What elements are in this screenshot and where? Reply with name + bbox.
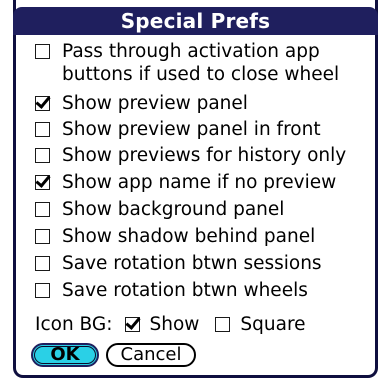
option-shadow-behind-panel[interactable]: Show shadow behind panel [35, 225, 315, 248]
option-save-rotation-sessions[interactable]: Save rotation btwn sessions [35, 252, 322, 275]
checkbox-previews-history-only[interactable] [35, 148, 50, 163]
option-pass-through-label: Pass through activation app buttons if u… [62, 40, 339, 86]
icon-bg-square-label[interactable]: Square [240, 313, 305, 336]
icon-bg-show-label[interactable]: Show [150, 313, 200, 336]
option-app-name-no-preview-label: Show app name if no preview [62, 172, 337, 193]
option-previews-history-only-label: Show previews for history only [62, 145, 347, 166]
option-show-preview-panel[interactable]: Show preview panel [35, 92, 248, 115]
dialog-title: Special Prefs [13, 7, 378, 35]
checkbox-show-preview-panel[interactable] [35, 96, 50, 111]
option-save-rotation-sessions-label: Save rotation btwn sessions [62, 253, 322, 274]
checkbox-pass-through[interactable] [35, 44, 50, 59]
option-background-panel-label: Show background panel [62, 199, 285, 220]
option-shadow-behind-panel-label: Show shadow behind panel [62, 226, 316, 247]
option-app-name-no-preview[interactable]: Show app name if no preview [35, 171, 336, 194]
checkbox-background-panel[interactable] [35, 202, 50, 217]
option-previews-history-only[interactable]: Show previews for history only [35, 144, 346, 167]
cancel-button[interactable]: Cancel [106, 343, 196, 367]
checkbox-save-rotation-wheels[interactable] [35, 283, 50, 298]
option-save-rotation-wheels-label: Save rotation btwn wheels [62, 280, 308, 301]
cancel-button-label: Cancel [120, 344, 182, 365]
ok-button-label: OK [50, 344, 80, 365]
option-pass-through[interactable]: Pass through activation app buttons if u… [35, 40, 339, 86]
option-save-rotation-wheels[interactable]: Save rotation btwn wheels [35, 279, 308, 302]
icon-bg-label: Icon BG: [35, 314, 113, 335]
option-background-panel[interactable]: Show background panel [35, 198, 284, 221]
checkbox-preview-in-front[interactable] [35, 122, 50, 137]
option-preview-in-front[interactable]: Show preview panel in front [35, 118, 321, 141]
option-pass-through-line1: Pass through activation app [62, 41, 320, 62]
checkbox-app-name-no-preview[interactable] [35, 175, 50, 190]
icon-bg-show-checkbox[interactable] [124, 317, 140, 332]
option-show-preview-panel-label: Show preview panel [62, 93, 248, 114]
checkbox-save-rotation-sessions[interactable] [35, 256, 50, 271]
icon-bg-square-checkbox[interactable] [215, 317, 231, 332]
ok-button[interactable]: OK [31, 343, 99, 367]
option-preview-in-front-label: Show preview panel in front [62, 119, 321, 140]
checkbox-shadow-behind-panel[interactable] [35, 229, 50, 244]
icon-bg-row: Icon BG: Show Square [35, 313, 306, 336]
option-pass-through-line2: buttons if used to close wheel [62, 64, 340, 85]
